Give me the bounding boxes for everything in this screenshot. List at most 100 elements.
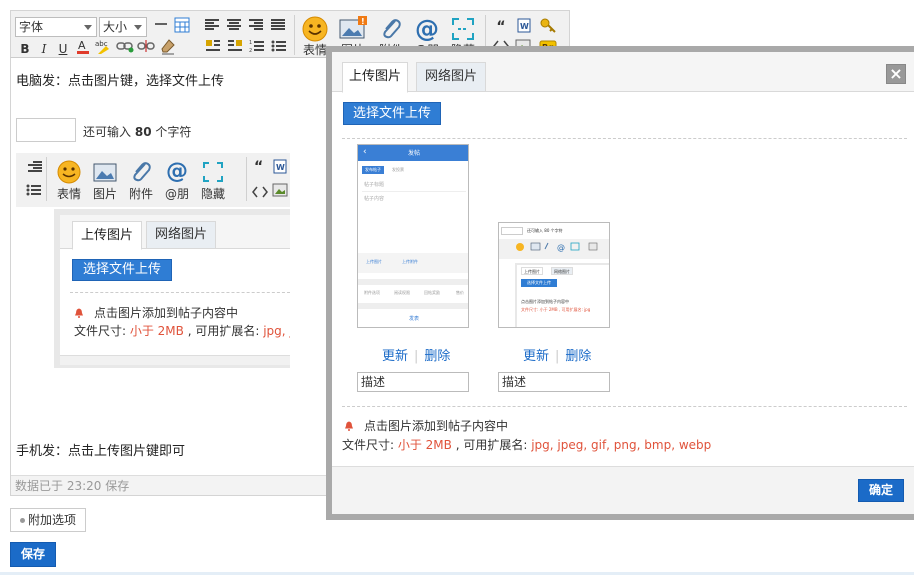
bullet-icon (19, 518, 25, 523)
quote-icon[interactable]: “ (491, 17, 511, 37)
inner-code-icon (252, 185, 268, 202)
close-icon[interactable]: × (886, 64, 906, 84)
add-option-button[interactable]: 附加选项 (10, 508, 86, 532)
svg-text:@: @ (557, 243, 565, 252)
dialog-separator (342, 406, 907, 407)
thumb2-toolbar-icons: @ (516, 242, 598, 252)
image-2-update-link[interactable]: 更新 (523, 349, 549, 364)
inner-attachment-button: 附件 (126, 157, 156, 203)
thumb1-opt1: 附件选项 (364, 290, 380, 295)
ext-prefix: , 可用扩展名: (451, 438, 532, 452)
smiley-icon (54, 159, 84, 187)
justify-icon[interactable] (271, 19, 285, 31)
inner-mention-label: @朋 (164, 187, 189, 201)
thumb1-tab-b: 发投票 (392, 167, 404, 172)
inner-emoji-button: 表情 (54, 157, 84, 203)
select-file-button[interactable]: 选择文件上传 (343, 102, 441, 125)
dialog-separator (342, 138, 907, 139)
char-count-prefix: 还可输入 (83, 125, 132, 139)
bold-icon[interactable]: B (15, 39, 35, 59)
inner-tab-upload: 上传图片 (72, 221, 142, 250)
thumb1-header: 发帖 (407, 150, 420, 157)
image-1-delete-link[interactable]: 删除 (424, 349, 450, 364)
uploaded-image-1[interactable]: ‹ 发帖 发布帖子 发投票 帖子标题 帖子内容 上传图片 上传附件 附件选项 阅… (357, 144, 469, 328)
float-left-icon[interactable] (203, 39, 223, 59)
svg-text:W: W (520, 22, 529, 31)
bell-icon (75, 308, 83, 318)
float-right-icon[interactable] (225, 39, 245, 59)
svg-text:!: ! (361, 17, 365, 26)
align-left-icon[interactable] (205, 19, 219, 31)
image-2-delete-link[interactable]: 删除 (565, 349, 591, 364)
thumb2-count: 还可输入 80 个字符 (527, 228, 563, 233)
image-upload-dialog: 上传图片 网络图片 × 选择文件上传 ‹ 发帖 发布帖子 发投票 帖子标题 帖子… (332, 52, 914, 514)
svg-text:A: A (78, 39, 86, 52)
inner-select-file-button: 选择文件上传 (72, 259, 172, 281)
inner-hint: 点击图片添加到帖子内容中 (74, 304, 238, 321)
font-size-value: 大小 (103, 20, 128, 34)
char-count: 还可输入 80 个字符 (83, 123, 191, 140)
thumb1-opt4: 售价 (456, 290, 464, 295)
word-paste-icon[interactable]: W (514, 17, 534, 37)
at-sign-icon: @ (166, 159, 188, 184)
inner-list-icon (26, 183, 42, 200)
embedded-screenshot[interactable]: 表情 图片 附件 @ @朋 隐藏 “ W 上传图片 网络图片 选择文件上传 点击… (16, 153, 290, 368)
thumb1-post: 发表 (408, 316, 419, 322)
image-1-description-input[interactable]: 描述 (357, 372, 469, 392)
inner-image-button: 图片 (90, 157, 120, 203)
unlink-icon[interactable] (136, 39, 156, 59)
svg-text:1: 1 (249, 40, 252, 46)
editor-line-pc: 电脑发：点击图片键，选择文件上传 (16, 74, 225, 89)
thumb2-tab-b: 网络图片 (551, 267, 573, 275)
thumb2-size: 文件尺寸: 小于 2MB , 可用扩展名: jpg (521, 307, 591, 312)
uploaded-image-2[interactable]: 还可输入 80 个字符 @ 上传图片 网络图片 选择文件上传 点击图片添加到帖子… (498, 222, 610, 328)
hide-frame-icon (198, 159, 228, 187)
underline-icon[interactable]: U (53, 39, 73, 59)
bell-icon (345, 421, 353, 431)
align-center-icon[interactable] (227, 19, 241, 31)
paperclip-icon (371, 15, 411, 43)
image-2-actions: 更新 | 删除 (523, 349, 592, 364)
italic-icon[interactable]: I (34, 39, 54, 59)
font-color-icon[interactable]: A (73, 38, 93, 58)
thumb1-title-placeholder: 帖子标题 (364, 182, 385, 188)
link-icon[interactable] (115, 39, 135, 59)
dialog-hint-text: 点击图片添加到帖子内容中 (364, 419, 509, 433)
image-1-update-link[interactable]: 更新 (382, 349, 408, 364)
dialog-footer: 确定 (332, 466, 914, 514)
inner-emoji-label: 表情 (56, 187, 81, 201)
font-family-select[interactable]: 字体 (15, 17, 97, 37)
inner-word-icon: W (272, 158, 288, 177)
thumb1-upload-image: 上传图片 (366, 259, 382, 264)
inner-mention-button: @ @朋 (162, 157, 192, 203)
count-input[interactable] (16, 118, 76, 142)
tab-upload-image[interactable]: 上传图片 (342, 62, 408, 93)
image-2-description-input[interactable]: 描述 (498, 372, 610, 392)
thumb1-upload-attachment: 上传附件 (402, 259, 418, 264)
thumb2-tab-a: 上传图片 (521, 267, 543, 275)
inner-image-label: 图片 (92, 187, 117, 201)
table-icon[interactable] (172, 17, 192, 37)
confirm-button[interactable]: 确定 (858, 479, 904, 502)
save-button[interactable]: 保存 (10, 542, 56, 567)
clear-format-icon[interactable] (158, 38, 178, 58)
horizontal-rule-icon[interactable] (151, 17, 171, 37)
dialog-size-info: 文件尺寸: 小于 2MB , 可用扩展名: jpg, jpeg, gif, pn… (342, 436, 711, 453)
inner-attachment-label: 附件 (128, 187, 153, 201)
font-size-select[interactable]: 大小 (99, 17, 147, 37)
key-icon[interactable] (538, 16, 558, 36)
align-right-icon[interactable] (249, 19, 263, 31)
tab-network-image[interactable]: 网络图片 (416, 62, 486, 92)
char-count-value: 80 (134, 125, 152, 139)
image-icon (90, 159, 120, 187)
inner-ext-value: jpg, jp (263, 324, 290, 338)
ordered-list-icon[interactable]: 12 (247, 39, 267, 59)
background-color-icon[interactable]: abc (93, 38, 113, 58)
add-option-label: 附加选项 (27, 513, 76, 527)
inner-tab-network: 网络图片 (146, 221, 216, 249)
at-sign-icon: @ (415, 15, 439, 43)
dialog-tab-bar: 上传图片 网络图片 × (332, 52, 914, 93)
char-count-suffix: 个字符 (155, 125, 192, 139)
thumb2-select-button: 选择文件上传 (521, 279, 557, 287)
unordered-list-icon[interactable] (269, 39, 289, 59)
